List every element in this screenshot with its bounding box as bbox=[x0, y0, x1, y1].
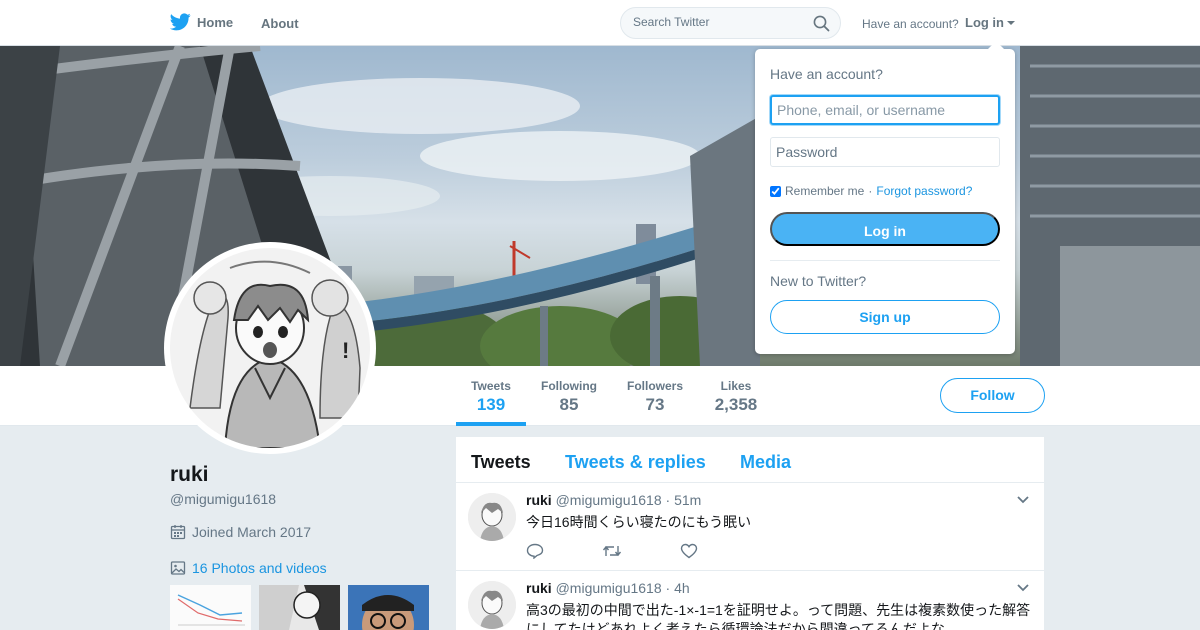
chevron-down-icon[interactable] bbox=[1016, 583, 1030, 593]
tweet-avatar[interactable] bbox=[468, 581, 516, 629]
heart-icon[interactable] bbox=[680, 543, 698, 559]
username-field[interactable] bbox=[770, 95, 1000, 125]
stat-likes[interactable]: Likes 2,358 bbox=[708, 379, 764, 415]
retweet-icon[interactable] bbox=[602, 543, 622, 559]
stat-following-label: Following bbox=[541, 379, 597, 393]
top-navigation-bar: Home About Have an account? Log in bbox=[0, 0, 1200, 46]
joined-date: Joined March 2017 bbox=[170, 524, 311, 540]
tweet-header: ruki @migumigu1618 · 4h bbox=[526, 580, 690, 596]
timeline: Tweets Tweets & replies Media ruki @migu… bbox=[456, 437, 1044, 630]
remember-forgot-separator: · bbox=[868, 184, 873, 198]
remember-me-label[interactable]: Remember me bbox=[785, 184, 864, 198]
dropdown-divider bbox=[770, 260, 1000, 261]
new-to-twitter-text: New to Twitter? bbox=[770, 273, 867, 289]
reply-icon[interactable] bbox=[526, 543, 544, 559]
tweet-author-name[interactable]: ruki bbox=[526, 492, 552, 508]
tweet-header: ruki @migumigu1618 · 51m bbox=[526, 492, 701, 508]
timeline-tabs: Tweets Tweets & replies Media bbox=[456, 437, 1044, 483]
forgot-password-link[interactable]: Forgot password? bbox=[876, 184, 972, 198]
have-account-text: Have an account? bbox=[862, 17, 959, 31]
photos-videos-link[interactable]: 16 Photos and videos bbox=[170, 560, 327, 576]
stat-followers-label: Followers bbox=[626, 379, 683, 393]
search-input[interactable] bbox=[633, 15, 803, 29]
stat-likes-value: 2,358 bbox=[714, 395, 758, 414]
tweet-author-handle[interactable]: @migumigu1618 bbox=[556, 492, 662, 508]
stat-likes-label: Likes bbox=[720, 379, 752, 393]
tweet-author-name[interactable]: ruki bbox=[526, 580, 552, 596]
follow-button[interactable]: Follow bbox=[940, 378, 1045, 413]
tweet-timestamp[interactable]: · 4h bbox=[666, 580, 690, 596]
tweet[interactable]: ruki @migumigu1618 · 51m 今日16時間くらい寝たのにもう… bbox=[456, 483, 1044, 571]
dropdown-arrow bbox=[988, 41, 1004, 49]
login-dropdown-toggle[interactable]: Log in bbox=[965, 15, 1015, 30]
nav-about-link[interactable]: About bbox=[261, 16, 299, 31]
tab-tweets[interactable]: Tweets bbox=[471, 452, 531, 473]
login-button[interactable]: Log in bbox=[770, 212, 1000, 246]
login-dropdown: Have an account? Remember me · Forgot pa… bbox=[755, 41, 1015, 354]
chevron-down-icon[interactable] bbox=[1016, 495, 1030, 505]
tweet[interactable]: ruki @migumigu1618 · 4h 高3の最初の中間で出た-1×-1… bbox=[456, 571, 1044, 630]
image-icon bbox=[170, 561, 186, 575]
twitter-bird-icon bbox=[170, 13, 191, 31]
media-thumbnail[interactable] bbox=[259, 585, 340, 630]
login-link-label: Log in bbox=[965, 15, 1004, 30]
dropdown-title: Have an account? bbox=[770, 66, 883, 82]
profile-avatar[interactable]: ! bbox=[164, 242, 376, 454]
tweet-avatar[interactable] bbox=[468, 493, 516, 541]
tweet-text: 高3の最初の中間で出た-1×-1=1を証明せよ。って問題、先生は複素数使った解答… bbox=[526, 602, 1031, 630]
photos-videos-label: 16 Photos and videos bbox=[192, 560, 327, 576]
avatar-image: ! bbox=[170, 248, 370, 448]
tweet-timestamp[interactable]: · 51m bbox=[666, 492, 702, 508]
tab-tweets-replies[interactable]: Tweets & replies bbox=[565, 452, 706, 473]
stat-followers[interactable]: Followers 73 bbox=[623, 379, 687, 415]
search-icon[interactable] bbox=[813, 15, 830, 32]
tweet-actions bbox=[526, 543, 698, 559]
stat-followers-value: 73 bbox=[645, 395, 665, 414]
stat-following[interactable]: Following 85 bbox=[537, 379, 601, 415]
remember-me-checkbox[interactable] bbox=[770, 185, 781, 197]
stat-tweets-label: Tweets bbox=[471, 379, 511, 393]
profile-handle[interactable]: @migumigu1618 bbox=[170, 491, 276, 507]
stat-tweets-value: 139 bbox=[476, 395, 506, 414]
calendar-icon bbox=[170, 525, 186, 540]
signup-button[interactable]: Sign up bbox=[770, 300, 1000, 334]
svg-text:!: ! bbox=[342, 338, 349, 363]
joined-date-text: Joined March 2017 bbox=[192, 524, 312, 540]
tweet-text: 今日16時間くらい寝たのにもう眠い bbox=[526, 514, 752, 530]
tab-media[interactable]: Media bbox=[740, 452, 791, 473]
profile-name[interactable]: ruki bbox=[170, 463, 209, 487]
stat-following-value: 85 bbox=[559, 395, 579, 414]
stat-tweets[interactable]: Tweets 139 bbox=[466, 379, 516, 415]
media-thumbnail[interactable] bbox=[170, 585, 251, 630]
remember-me-row: Remember me · Forgot password? bbox=[770, 184, 972, 198]
password-field[interactable] bbox=[770, 137, 1000, 167]
tweet-author-handle[interactable]: @migumigu1618 bbox=[556, 580, 662, 596]
nav-home-label: Home bbox=[197, 14, 234, 30]
active-tab-underline bbox=[456, 422, 526, 426]
media-thumbnail[interactable] bbox=[348, 585, 429, 630]
nav-home-link[interactable]: Home bbox=[170, 13, 233, 31]
caret-down-icon bbox=[1007, 20, 1015, 25]
search-box[interactable] bbox=[620, 7, 841, 39]
